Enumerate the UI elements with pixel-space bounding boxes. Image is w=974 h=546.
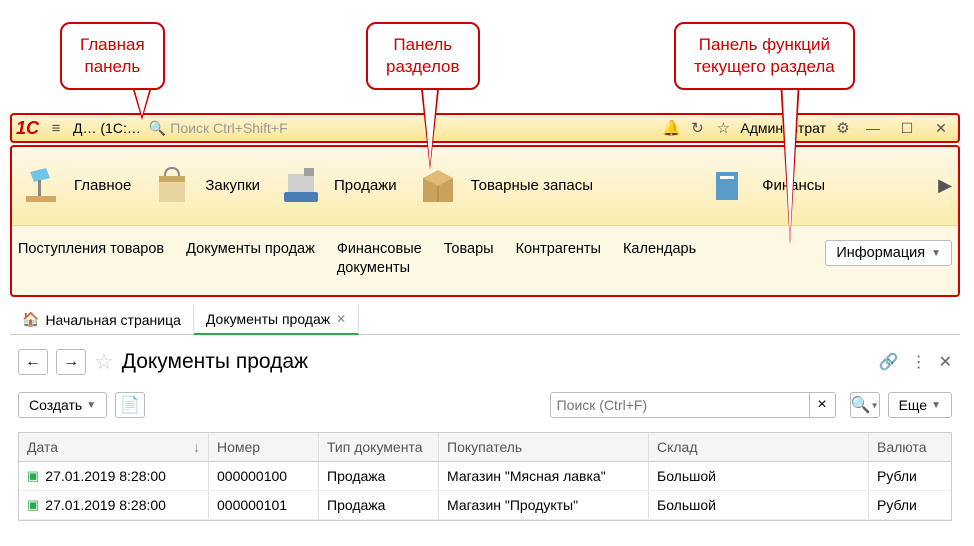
desk-lamp-icon [18,162,64,208]
cash-register-icon [278,162,324,208]
func-information[interactable]: Информация▼ [825,240,952,266]
func-calendar[interactable]: Календарь [623,240,696,259]
link-icon[interactable]: 🔗 [879,352,899,372]
section-label: Продажи [334,177,397,194]
scroll-right-icon[interactable]: ▶ [938,175,952,196]
page-title: Документы продаж [122,350,308,374]
copy-button[interactable]: 📄 [115,392,145,418]
section-main[interactable]: Главное [18,162,131,208]
tabs-bar: 🏠 Начальная страница Документы продаж ✕ [10,305,960,335]
close-button[interactable]: ✕ [928,120,954,137]
section-sales[interactable]: Продажи [278,162,397,208]
col-type[interactable]: Тип документа [319,433,439,461]
func-goods[interactable]: Товары [444,240,494,259]
more-icon[interactable]: ⋮ [911,352,927,372]
col-number[interactable]: Номер [209,433,319,461]
menu-icon[interactable]: ≡ [47,120,65,137]
section-label: Закупки [205,177,260,194]
maximize-button[interactable]: ☐ [894,120,920,137]
table-row[interactable]: ▣27.01.2019 8:28:00 000000100 Продажа Ма… [19,462,951,491]
app-title: Д… (1С:… [73,120,141,136]
chevron-down-icon: ▼ [931,248,941,259]
logo-1c: 1C [16,118,39,139]
minimize-button[interactable]: — [860,120,886,136]
func-contractors[interactable]: Контрагенты [516,240,601,259]
section-finance[interactable]: Финансы [706,162,825,208]
func-financial-docs[interactable]: Финансовые документы [337,240,422,278]
bag-icon [149,162,195,208]
document-plus-icon: 📄 [120,395,140,415]
search-input[interactable] [550,392,810,418]
section-label: Главное [74,177,131,194]
callout-functions-panel: Панель функций текущего раздела [674,22,855,90]
home-icon: 🏠 [22,311,39,328]
func-sales-docs[interactable]: Документы продаж [186,240,315,259]
nav-back-button[interactable]: ← [18,349,48,375]
finance-icon [706,162,752,208]
search-icon: 🔍 [851,395,871,415]
sections-bar: Главное Закупки Продажи Товарные запасы … [10,145,960,225]
col-date[interactable]: Дата↓ [19,433,209,461]
close-tab-icon[interactable]: ✕ [336,312,346,326]
favorite-icon[interactable]: ☆ [94,349,114,375]
col-buyer[interactable]: Покупатель [439,433,649,461]
more-button[interactable]: Еще▼ [888,392,952,418]
sort-icon: ↓ [193,439,200,455]
bell-icon[interactable]: 🔔 [662,119,680,137]
document-icon: ▣ [27,468,39,484]
data-table: Дата↓ Номер Тип документа Покупатель Скл… [18,432,952,521]
history-icon[interactable]: ↻ [688,119,706,137]
section-purchases[interactable]: Закупки [149,162,260,208]
page-header: ← → ☆ Документы продаж 🔗 ⋮ ✕ [10,345,960,379]
search-placeholder: Поиск Ctrl+Shift+F [170,120,287,136]
callout-sections-panel: Панель разделов [366,22,480,90]
chevron-down-icon: ▼ [86,400,96,411]
table-header: Дата↓ Номер Тип документа Покупатель Скл… [19,433,951,462]
toolbar: Создать▼ 📄 × 🔍▼ Еще▼ [10,388,960,422]
star-icon[interactable]: ☆ [714,119,732,137]
nav-forward-button[interactable]: → [56,349,86,375]
section-label: Товарные запасы [471,177,593,194]
search-button[interactable]: 🔍▼ [850,392,880,418]
settings-icon[interactable]: ⚙ [834,119,852,137]
tab-sales-docs[interactable]: Документы продаж ✕ [194,305,359,335]
search-icon: 🔍 [149,120,166,137]
callout-main-panel: Главная панель [60,22,165,90]
col-store[interactable]: Склад [649,433,869,461]
tab-label: Документы продаж [206,311,330,327]
col-currency[interactable]: Валюта [869,433,949,461]
document-icon: ▣ [27,497,39,513]
tab-home[interactable]: 🏠 Начальная страница [10,305,194,334]
tab-label: Начальная страница [45,312,180,328]
table-row[interactable]: ▣27.01.2019 8:28:00 000000101 Продажа Ма… [19,491,951,520]
create-button[interactable]: Создать▼ [18,392,107,418]
section-inventory[interactable]: Товарные запасы [415,162,593,208]
close-page-icon[interactable]: ✕ [939,352,952,372]
func-receipts[interactable]: Поступления товаров [18,240,164,259]
functions-bar: Поступления товаров Документы продаж Фин… [10,225,960,297]
chevron-down-icon: ▼ [931,400,941,411]
clear-search-button[interactable]: × [810,392,836,418]
